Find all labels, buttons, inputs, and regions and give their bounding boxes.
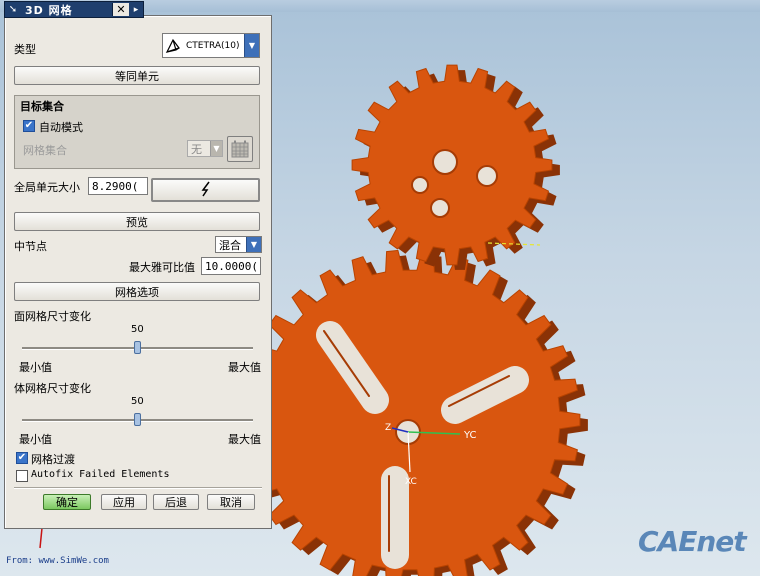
cursor-mark: [39, 527, 43, 549]
autofix-label: Autofix Failed Elements: [31, 469, 170, 480]
mesh-transition-checkbox[interactable]: ✔: [16, 452, 28, 464]
type-label: 类型: [14, 43, 36, 56]
cancel-button[interactable]: 取消: [207, 494, 255, 510]
dialog-title: 3D 网格: [25, 3, 73, 17]
surface-min-label: 最小值: [19, 361, 52, 374]
chevron-down-icon[interactable]: ▼: [246, 237, 261, 252]
max-jacobian-input[interactable]: 10.0000(: [201, 257, 261, 275]
preview-button[interactable]: 预览: [14, 212, 260, 231]
auto-mode-checkbox[interactable]: ✔: [23, 120, 35, 132]
mesh-collector-select[interactable]: 无 ▼: [187, 140, 223, 157]
close-icon[interactable]: ✕: [112, 3, 129, 16]
auto-mode-label: 自动模式: [39, 121, 83, 134]
mid-node-value: 混合: [219, 238, 241, 252]
surface-slider-thumb[interactable]: [134, 341, 141, 354]
chevron-right-icon[interactable]: ▸: [129, 3, 143, 16]
dialog-title-bar: ➘ 3D 网格 ✕ ▸: [4, 1, 144, 18]
pin-icon[interactable]: ➘: [5, 3, 21, 16]
small-gear-hole-4: [430, 198, 450, 218]
volume-min-label: 最小值: [19, 433, 52, 446]
mid-node-label: 中节点: [14, 240, 47, 253]
mesh-transition-label: 网格过渡: [31, 453, 75, 466]
autofix-checkbox[interactable]: [16, 470, 28, 482]
axis-xc-label: XC: [405, 477, 417, 487]
mesh-collector-value: 无: [191, 142, 202, 156]
surface-max-label: 最大值: [228, 361, 261, 374]
global-size-input[interactable]: 8.2900(: [88, 177, 148, 195]
axis-z-label: Z: [385, 423, 391, 433]
surface-size-label: 面网格尺寸变化: [14, 310, 91, 323]
mesh-3d-dialog: ➘ 3D 网格 ✕ ▸ 类型 CTETRA(10) ▼ 等同单元 目标集合 ✔ …: [4, 1, 272, 529]
small-gear-hole-3: [476, 165, 498, 187]
ok-button[interactable]: 确定: [43, 494, 91, 510]
max-jacobian-label: 最大雅可比值: [129, 261, 195, 274]
small-gear-hole-2: [411, 176, 429, 194]
volume-max-label: 最大值: [228, 433, 261, 446]
surface-slider-value: 50: [131, 324, 144, 335]
lightning-icon: [198, 181, 214, 200]
bottom-separator: [14, 487, 262, 489]
volume-size-label: 体网格尺寸变化: [14, 382, 91, 395]
small-gear-hole-1: [432, 149, 458, 175]
simwe-source-label: From: www.SimWe.com: [6, 556, 109, 566]
global-size-label: 全局单元大小: [14, 181, 80, 194]
apply-button[interactable]: 应用: [101, 494, 147, 510]
element-type-select[interactable]: CTETRA(10) ▼: [162, 33, 260, 58]
volume-slider-value: 50: [131, 396, 144, 407]
axis-yc-label: YC: [463, 430, 477, 441]
grid-select-icon[interactable]: [227, 136, 253, 162]
back-button[interactable]: 后退: [153, 494, 199, 510]
mesh-options-button[interactable]: 网格选项: [14, 282, 260, 301]
auto-size-button[interactable]: [151, 178, 260, 202]
mesh-collector-label: 网格集合: [23, 144, 67, 157]
caenet-watermark: CAEnet: [638, 525, 747, 558]
mid-node-select[interactable]: 混合 ▼: [215, 236, 262, 253]
equal-element-button[interactable]: 等同单元: [14, 66, 260, 85]
tetra-mesh-icon: [163, 38, 183, 54]
volume-slider-thumb[interactable]: [134, 413, 141, 426]
chevron-down-icon[interactable]: ▼: [210, 141, 222, 156]
chevron-down-icon[interactable]: ▼: [244, 34, 259, 57]
element-type-value: CTETRA(10): [186, 40, 240, 51]
target-collector-group: 目标集合 ✔ 自动模式 网格集合 无 ▼: [14, 95, 260, 169]
target-group-title: 目标集合: [20, 100, 64, 113]
